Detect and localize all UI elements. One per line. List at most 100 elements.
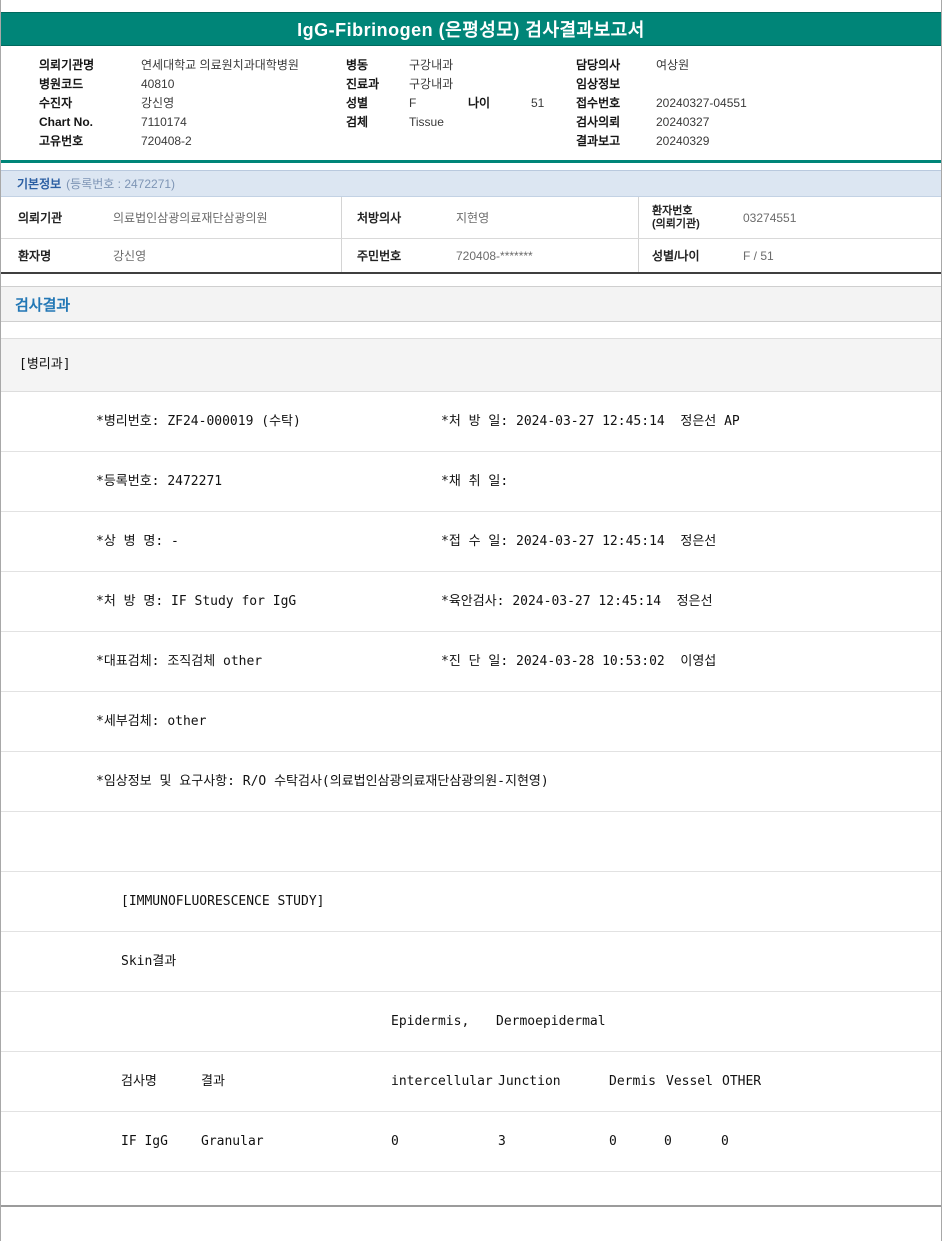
column-header: Vessel — [666, 1074, 713, 1089]
info-label: 병원코드 — [39, 77, 84, 91]
basic-info-row: 환자명 강신영 주민번호 720408-******* 성별/나이 F / 51 — [1, 239, 941, 272]
info-label: 주민번호 — [341, 239, 446, 272]
patient-info-row: 고유번호 720408-2 — [39, 131, 299, 150]
info-value: 의료법인삼광의료재단삼광의원 — [113, 211, 268, 225]
info-label: 나이 — [468, 96, 491, 110]
info-value: 구강내과 — [409, 77, 454, 91]
department-label: [병리과] — [19, 357, 71, 372]
table-cell-vessel: 0 — [664, 1134, 672, 1149]
basic-info-header-bar: 기본정보 (등록번호 : 2472271) — [1, 170, 941, 197]
patient-info-row: 의뢰기관명 연세대학교 의료원치과대학병원 — [39, 55, 299, 74]
result-rows: *병리번호: ZF24-000019 (수탁) *처 방 일: 2024-03-… — [1, 392, 941, 1172]
patient-info-column-right: 담당의사 여상원 임상정보 접수번호 20240327-04551 검사의뢰 2… — [576, 55, 747, 150]
report-title-banner: IgG-Fibrinogen (은평성모) 검사결과보고서 — [1, 12, 941, 46]
info-label: 진료과 — [346, 77, 380, 91]
if-study-subtitle-row: Skin결과 — [1, 932, 941, 992]
patient-info-row: 임상정보 — [576, 74, 747, 93]
patient-info-row-sex-age: 성별 F 나이 51 — [346, 93, 544, 112]
basic-info-row: 의뢰기관 의료법인삼광의료재단삼광의원 처방의사 지현영 환자번호 (의뢰기관)… — [1, 197, 941, 239]
basic-info-table: 의뢰기관 의료법인삼광의료재단삼광의원 처방의사 지현영 환자번호 (의뢰기관)… — [1, 197, 941, 274]
basic-info-reg-no: (등록번호 : 2472271) — [66, 177, 176, 191]
info-label: Chart No. — [39, 114, 93, 129]
result-row: *병리번호: ZF24-000019 (수탁) *처 방 일: 2024-03-… — [1, 392, 941, 452]
info-label: 수진자 — [39, 96, 73, 110]
info-label: 병동 — [346, 58, 369, 72]
report-title: IgG-Fibrinogen (은평성모) 검사결과보고서 — [297, 20, 645, 40]
table-cell-intercellular: 0 — [391, 1134, 399, 1149]
info-value: 강신영 — [113, 249, 147, 263]
info-label: 고유번호 — [39, 134, 84, 148]
info-label: 검사의뢰 — [576, 115, 621, 129]
info-value: 20240327-04551 — [656, 95, 747, 110]
results-section-header: 검사결과 — [1, 286, 941, 322]
if-study-title: [IMMUNOFLUORESCENCE STUDY] — [121, 894, 325, 909]
info-label: 임상정보 — [576, 77, 621, 91]
patient-info-column-middle: 병동 구강내과 진료과 구강내과 성별 F 나이 51 검체 Tissue — [346, 55, 544, 131]
column-header: 결과 — [201, 1074, 225, 1089]
result-row: *임상정보 및 요구사항: R/O 수탁검사(의료법인삼광의료재단삼광의원-지현… — [1, 752, 941, 812]
info-value: 720408-2 — [141, 133, 192, 148]
info-value: 720408-******* — [456, 248, 533, 263]
result-text: *상 병 명: - — [96, 534, 179, 549]
info-label: 처방의사 — [341, 197, 446, 238]
section-divider — [1, 160, 941, 163]
result-text: *임상정보 및 요구사항: R/O 수탁검사(의료법인삼광의료재단삼광의원-지현… — [96, 774, 549, 789]
column-group-label: Epidermis, — [391, 1014, 470, 1029]
info-value: 20240327 — [656, 114, 710, 129]
info-value: 지현영 — [456, 211, 490, 225]
result-text: *채 취 일: — [441, 474, 509, 489]
department-row: [병리과] — [1, 338, 941, 392]
if-table-data-row: IF IgG Granular 0 3 0 0 0 — [1, 1112, 941, 1172]
table-cell-junction: 3 — [498, 1134, 506, 1149]
lab-report-page: IgG-Fibrinogen (은평성모) 검사결과보고서 의뢰기관명 연세대학… — [0, 0, 942, 1241]
basic-info-title: 기본정보 — [17, 177, 62, 191]
patient-info-row: 접수번호 20240327-04551 — [576, 93, 747, 112]
result-row: *상 병 명: - *접 수 일: 2024-03-27 12:45:14 정은… — [1, 512, 941, 572]
column-header: Junction — [498, 1074, 561, 1089]
info-value: 구강내과 — [409, 58, 454, 72]
info-value: 51 — [531, 95, 545, 110]
result-row: *처 방 명: IF Study for IgG *육안검사: 2024-03-… — [1, 572, 941, 632]
info-label: 환자명 — [18, 249, 52, 263]
results-title: 검사결과 — [15, 296, 71, 314]
info-label: 성별/나이 — [638, 239, 738, 272]
result-text: *진 단 일: 2024-03-28 10:53:02 이영섭 — [441, 654, 717, 669]
info-value: 연세대학교 의료원치과대학병원 — [141, 58, 299, 72]
column-header: 검사명 — [121, 1074, 157, 1089]
result-text: *육안검사: 2024-03-27 12:45:14 정은선 — [441, 594, 713, 609]
info-label: 환자번호 (의뢰기관) — [638, 197, 738, 238]
table-cell-dermis: 0 — [609, 1134, 617, 1149]
patient-info-row: 검체 Tissue — [346, 112, 544, 131]
patient-info-row: 병동 구강내과 — [346, 55, 544, 74]
result-text: *접 수 일: 2024-03-27 12:45:14 정은선 — [441, 534, 717, 549]
info-label: 의뢰기관명 — [39, 58, 95, 72]
result-row: *등록번호: 2472271 *채 취 일: — [1, 452, 941, 512]
info-label: 결과보고 — [576, 134, 621, 148]
result-text: *처 방 일: 2024-03-27 12:45:14 정은선 AP — [441, 414, 740, 429]
info-value: 20240329 — [656, 133, 710, 148]
info-value: F — [409, 95, 417, 110]
info-label: 담당의사 — [576, 58, 621, 72]
patient-info-row: Chart No. 7110174 — [39, 112, 299, 131]
info-value: 여상원 — [656, 58, 690, 72]
result-text: *대표검체: 조직검체 other — [96, 654, 263, 669]
if-study-title-row: [IMMUNOFLUORESCENCE STUDY] — [1, 872, 941, 932]
result-text: *등록번호: 2472271 — [96, 474, 223, 489]
if-study-subtitle: Skin결과 — [121, 954, 177, 969]
result-row-empty — [1, 812, 941, 872]
info-value: 강신영 — [141, 96, 175, 110]
info-label: 성별 — [346, 96, 369, 110]
info-label: 접수번호 — [576, 96, 621, 110]
patient-info-row: 결과보고 20240329 — [576, 131, 747, 150]
table-cell-result: Granular — [201, 1134, 264, 1149]
info-value: Tissue — [409, 114, 444, 129]
patient-info-section: 의뢰기관명 연세대학교 의료원치과대학병원 병원코드 40810 수진자 강신영… — [1, 46, 941, 160]
info-label: 검체 — [346, 115, 369, 129]
patient-info-row: 검사의뢰 20240327 — [576, 112, 747, 131]
column-group-label: Dermoepidermal — [496, 1014, 606, 1029]
result-text: *세부검체: other — [96, 714, 207, 729]
info-label: 의뢰기관 — [18, 211, 63, 225]
result-row: *세부검체: other — [1, 692, 941, 752]
info-value: 40810 — [141, 76, 175, 91]
column-header: OTHER — [722, 1074, 762, 1089]
